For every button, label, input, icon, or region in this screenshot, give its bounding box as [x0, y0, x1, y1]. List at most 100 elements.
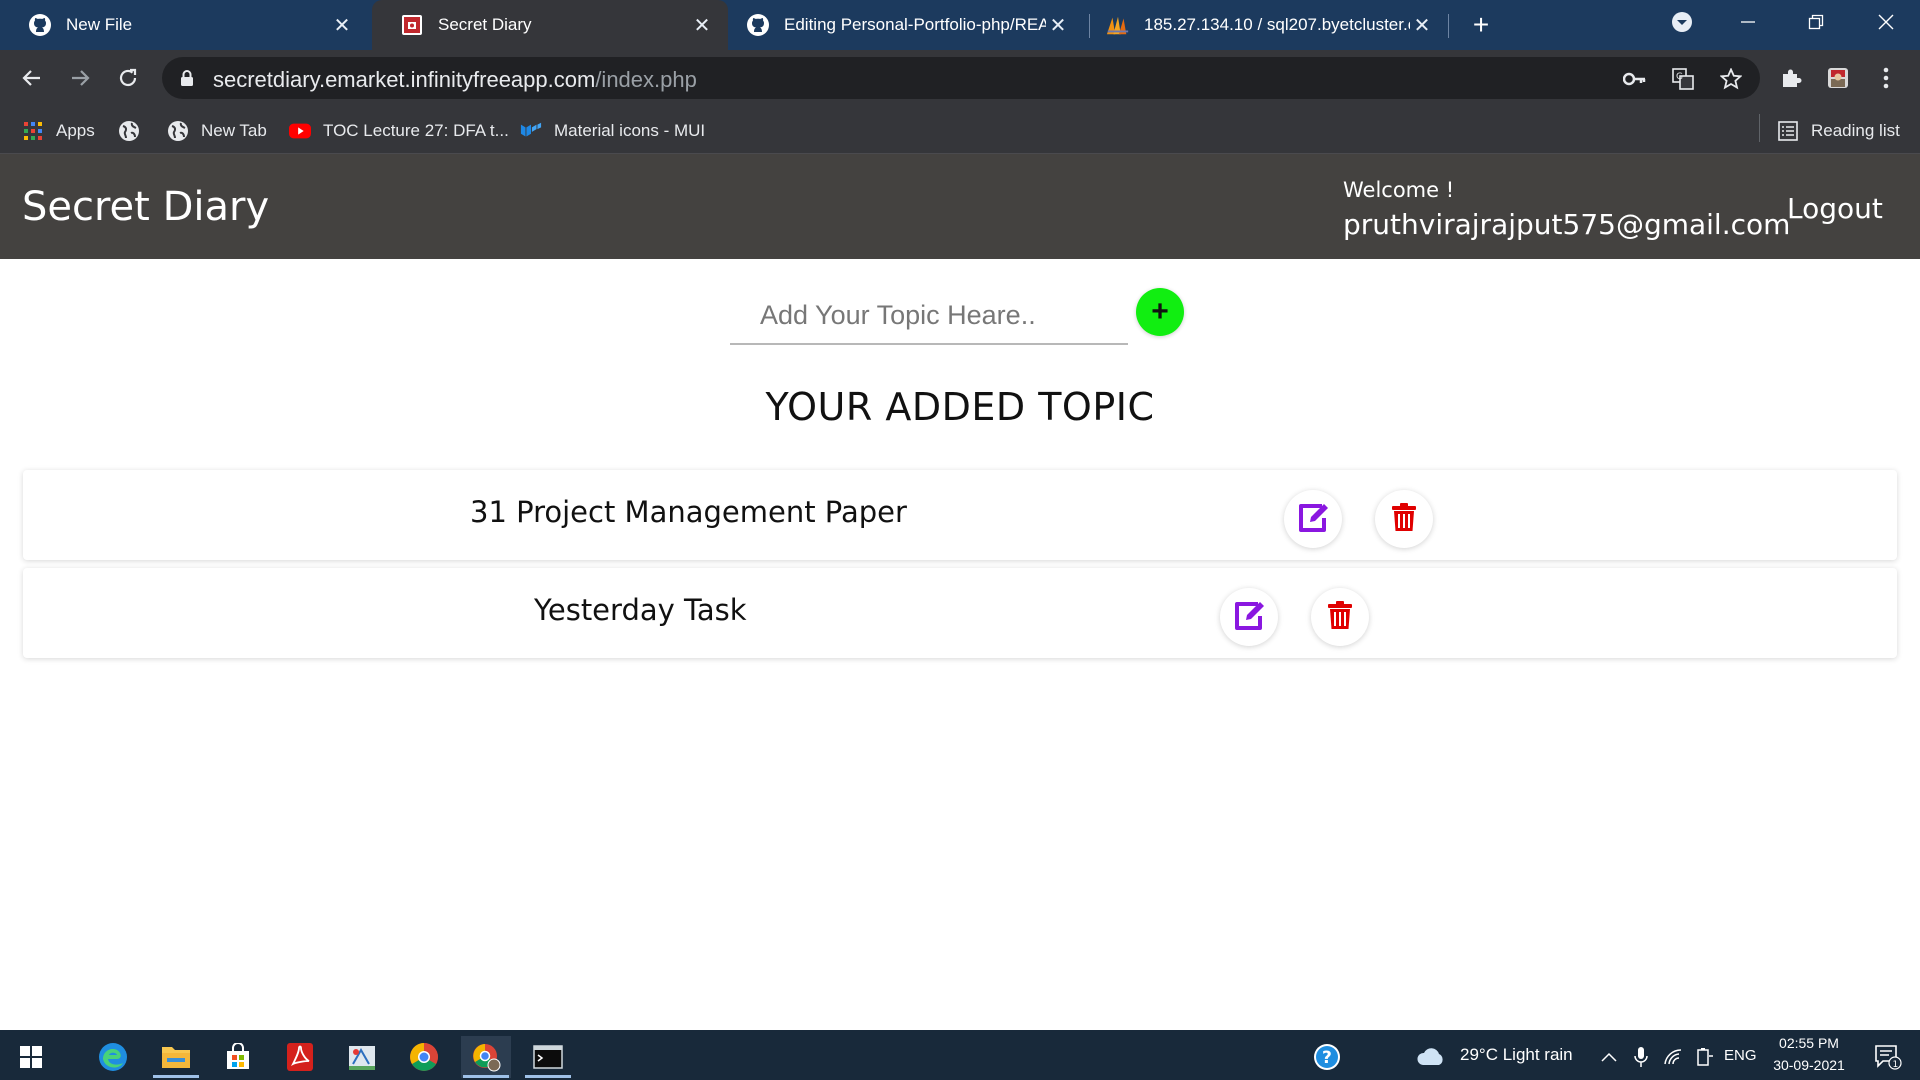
kebab-menu-icon[interactable]: [1870, 62, 1902, 94]
edge-browser-icon[interactable]: [88, 1036, 138, 1078]
tab-editing-readme[interactable]: Editing Personal-Portfolio-php/READ ✕: [732, 0, 1084, 50]
svg-text:?: ?: [1322, 1048, 1332, 1068]
chrome-profile-icon[interactable]: [461, 1036, 511, 1078]
edit-icon: [1296, 501, 1330, 538]
address-bar[interactable]: secretdiary.emarket.infinityfreeapp.com/…: [162, 57, 1760, 99]
battery-icon[interactable]: [1688, 1036, 1722, 1078]
bookmark-material-icons[interactable]: Material icons - MUI: [520, 118, 705, 144]
topic-title: Yesterday Task: [534, 593, 747, 627]
file-explorer-icon[interactable]: [151, 1036, 201, 1078]
mui-icon: [520, 120, 542, 142]
trash-icon: [1327, 600, 1353, 635]
reading-list-button[interactable]: Reading list: [1777, 118, 1900, 144]
phpmyadmin-icon: [1106, 13, 1130, 37]
github-icon: [746, 13, 770, 37]
store-icon[interactable]: [213, 1036, 263, 1078]
bookmark-label: New Tab: [201, 121, 267, 140]
bookmark-label: TOC Lecture 27: DFA t...: [323, 121, 509, 140]
tab-new-file[interactable]: New File ✕: [0, 0, 368, 50]
add-topic-button[interactable]: +: [1136, 288, 1184, 336]
bookmarks-bar: Apps New Tab TOC Lecture 27: DFA t... Ma…: [0, 106, 1920, 154]
wifi-icon[interactable]: [1656, 1036, 1690, 1078]
topic-card: 31 Project Management Paper: [23, 470, 1897, 560]
tab-title: New File: [66, 15, 133, 34]
brand-title[interactable]: Secret Diary: [22, 184, 269, 230]
bookmark-label: Apps: [56, 121, 95, 140]
svg-text:G: G: [1676, 72, 1683, 82]
browser-tab-strip: New File ✕ Secret Diary ✕ Editing Person…: [0, 0, 1920, 50]
url-text: secretdiary.emarket.infinityfreeapp.com/…: [213, 67, 697, 92]
youtube-icon: [289, 120, 311, 142]
snipping-tool-icon[interactable]: [337, 1036, 387, 1078]
site-navbar: Secret Diary Welcome ! pruthvirajrajput5…: [0, 154, 1920, 259]
browser-toolbar: secretdiary.emarket.infinityfreeapp.com/…: [0, 50, 1920, 106]
reload-icon[interactable]: [112, 62, 144, 94]
chrome-icon[interactable]: [399, 1036, 449, 1078]
topic-input[interactable]: [730, 287, 1128, 345]
apps-grid-icon: [22, 120, 44, 142]
delete-button[interactable]: [1311, 588, 1369, 646]
bookmark-label: Material icons - MUI: [554, 121, 706, 140]
bookmarks-divider: [1759, 114, 1760, 142]
close-icon[interactable]: ✕: [690, 13, 714, 37]
tab-secret-diary[interactable]: Secret Diary ✕: [372, 0, 728, 50]
topic-title: 31 Project Management Paper: [470, 495, 907, 529]
logout-link[interactable]: Logout: [1787, 192, 1883, 225]
windows-start-icon[interactable]: [6, 1036, 56, 1078]
translate-icon[interactable]: G: [1670, 66, 1696, 92]
reading-list-label: Reading list: [1811, 121, 1900, 140]
microphone-icon[interactable]: [1624, 1036, 1658, 1078]
welcome-text: Welcome !: [1343, 178, 1455, 202]
active-indicator: [153, 1075, 199, 1078]
back-arrow-icon[interactable]: [16, 62, 48, 94]
window-close-icon[interactable]: [1856, 0, 1916, 44]
close-icon[interactable]: ✕: [330, 13, 354, 37]
windows-taskbar: ? 29°C Light rain ENG 02:55 PM 30-09-202…: [0, 1030, 1920, 1080]
weather-text[interactable]: 29°C Light rain: [1460, 1045, 1573, 1065]
acrobat-icon[interactable]: [275, 1036, 325, 1078]
extensions-puzzle-icon[interactable]: [1775, 62, 1807, 94]
close-icon[interactable]: ✕: [1046, 13, 1070, 37]
key-icon[interactable]: [1622, 66, 1648, 92]
delete-button[interactable]: [1375, 490, 1433, 548]
reading-list-icon: [1777, 120, 1799, 142]
weather-cloud-icon[interactable]: [1411, 1036, 1451, 1078]
profile-avatar-icon[interactable]: [1822, 62, 1854, 94]
restore-icon[interactable]: [1786, 0, 1846, 44]
clock-date[interactable]: 30-09-2021: [1766, 1057, 1852, 1073]
notification-count: 1: [1893, 1060, 1899, 1070]
bookmark-toc-lecture[interactable]: TOC Lecture 27: DFA t...: [289, 118, 509, 144]
close-icon[interactable]: ✕: [1410, 13, 1434, 37]
tab-title: 185.27.134.10 / sql207.byetcluster.c: [1144, 15, 1410, 34]
edit-icon: [1232, 599, 1266, 636]
globe-icon: [167, 120, 189, 142]
language-indicator[interactable]: ENG: [1724, 1047, 1757, 1064]
new-tab-plus-icon[interactable]: +: [1466, 9, 1496, 40]
forward-arrow-icon[interactable]: [64, 62, 96, 94]
chevron-up-icon[interactable]: [1592, 1036, 1626, 1078]
tab-phpmyadmin[interactable]: 185.27.134.10 / sql207.byetcluster.c ✕: [1092, 0, 1448, 50]
edit-button[interactable]: [1284, 490, 1342, 548]
globe-icon: [118, 120, 140, 142]
help-icon[interactable]: ?: [1302, 1036, 1352, 1078]
minimize-icon[interactable]: [1718, 0, 1778, 44]
active-indicator: [525, 1075, 571, 1078]
bookmark-new-tab[interactable]: New Tab: [167, 118, 267, 144]
github-icon: [28, 13, 52, 37]
tab-divider: [1089, 14, 1090, 38]
notification-center-icon[interactable]: 1: [1866, 1036, 1910, 1078]
clock-time[interactable]: 02:55 PM: [1766, 1035, 1852, 1051]
lock-icon[interactable]: [180, 69, 194, 92]
bookmark-globe[interactable]: [118, 118, 152, 144]
topic-card: Yesterday Task: [23, 568, 1897, 658]
tab-search-chevron-icon[interactable]: [1652, 0, 1712, 44]
terminal-icon[interactable]: [523, 1036, 573, 1078]
bookmark-star-icon[interactable]: [1718, 66, 1744, 92]
bookmark-apps[interactable]: Apps: [22, 118, 95, 144]
active-indicator: [463, 1075, 509, 1078]
edit-button[interactable]: [1220, 588, 1278, 646]
trash-icon: [1391, 502, 1417, 537]
secret-diary-favicon: [400, 13, 424, 37]
user-email: pruthvirajrajput575@gmail.com: [1343, 208, 1791, 241]
tab-title: Editing Personal-Portfolio-php/READ: [784, 15, 1046, 34]
